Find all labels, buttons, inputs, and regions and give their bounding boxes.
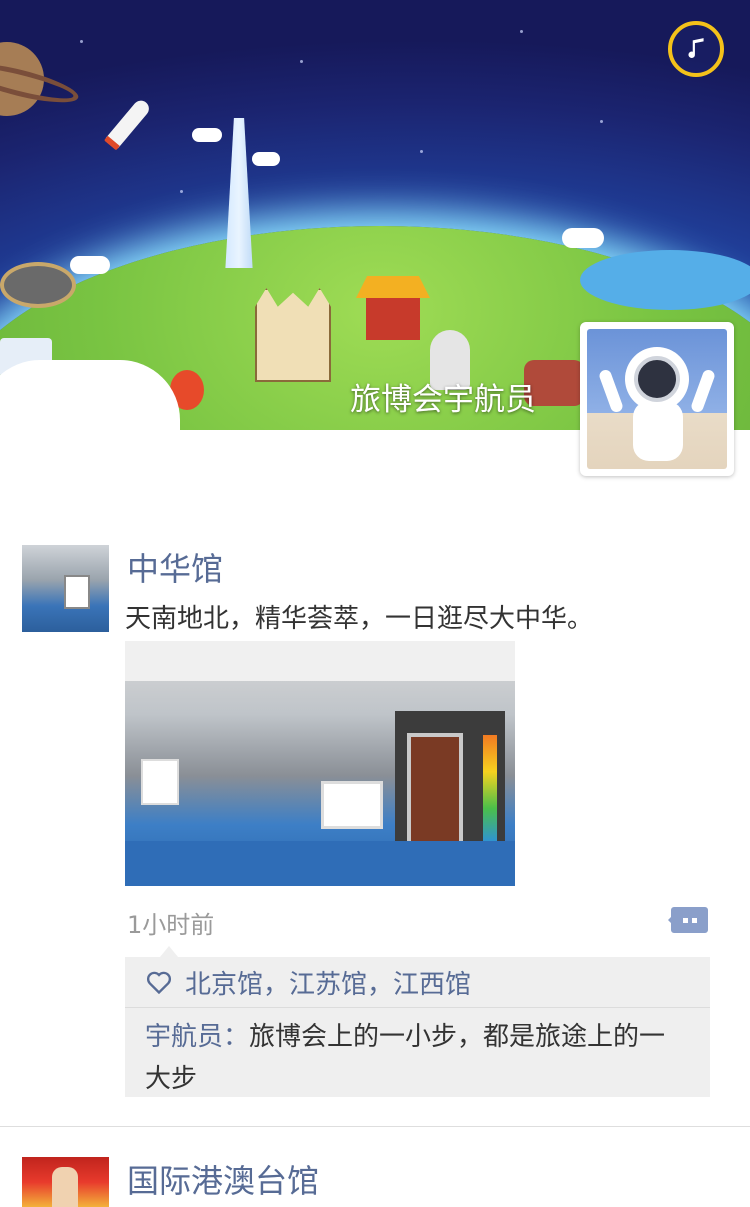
canton-tower-illustration — [225, 118, 253, 268]
comment-action-button[interactable] — [668, 907, 708, 933]
ceiling — [125, 641, 515, 681]
comment: 宇航员：旅博会上的一小步，都是旅途上的一大步 — [125, 1008, 710, 1106]
sea-area — [580, 250, 750, 310]
post-avatar[interactable] — [22, 1157, 109, 1207]
music-toggle-button[interactable] — [668, 21, 724, 77]
doorway — [407, 733, 463, 851]
white-cloud-foreground — [0, 360, 180, 430]
cover-title: 旅博会宇航员 — [350, 382, 536, 418]
display-screen — [321, 781, 383, 829]
post-author-name[interactable]: 中华馆 — [127, 544, 223, 590]
pavilion-roof — [356, 276, 430, 298]
astronaut-arm — [689, 368, 717, 414]
rocket-illustration — [103, 97, 153, 151]
astronaut-visor — [634, 356, 680, 402]
comment-author[interactable]: 宇航员： — [145, 1022, 249, 1052]
color-light-bar — [483, 735, 497, 845]
likes-row: 北京馆，江苏馆，江西馆 — [125, 957, 710, 1008]
church-illustration — [255, 288, 331, 382]
exhibit-stand — [64, 575, 90, 609]
liked-by-names[interactable]: 北京馆，江苏馆，江西馆 — [185, 964, 471, 1001]
music-note-icon — [688, 38, 704, 59]
cloud — [252, 152, 280, 166]
pavilion-illustration — [356, 276, 430, 340]
cloud — [192, 128, 222, 142]
profile-avatar[interactable] — [580, 322, 734, 476]
cloud — [70, 256, 110, 274]
likes-pointer — [160, 946, 178, 957]
pavilion-body — [366, 298, 420, 340]
post-text: 天南地北，精华荟萃，一日逛尽大中华。 — [125, 604, 594, 634]
performer-figure — [52, 1167, 78, 1207]
stadium-illustration — [0, 262, 76, 308]
post-divider — [0, 1126, 750, 1127]
likes-comments-box: 北京馆，江苏馆，江西馆 宇航员：旅博会上的一小步，都是旅途上的一大步 — [125, 957, 710, 1097]
star-decoration — [80, 40, 83, 43]
astronaut-arm — [597, 368, 625, 414]
post-author-name[interactable]: 国际港澳台馆 — [127, 1156, 319, 1202]
display-screen — [141, 759, 179, 805]
post-avatar[interactable] — [22, 545, 109, 632]
star-decoration — [600, 120, 603, 123]
astronaut-avatar-image — [587, 329, 727, 469]
post-time: 1小时前 — [127, 911, 215, 939]
star-decoration — [180, 190, 183, 193]
star-decoration — [520, 30, 523, 33]
cloud — [562, 228, 604, 248]
post-photo[interactable] — [125, 641, 515, 886]
heart-icon — [146, 971, 172, 995]
comment-icon — [668, 907, 708, 933]
star-decoration — [420, 150, 423, 153]
star-decoration — [300, 60, 303, 63]
floor — [125, 841, 515, 886]
